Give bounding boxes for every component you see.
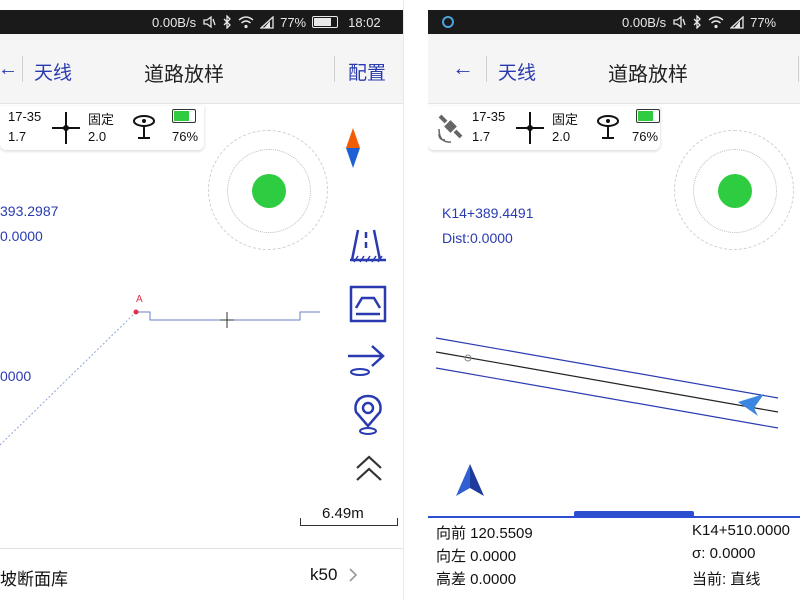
slope-library-label: 坡断面库 xyxy=(0,570,68,589)
crosshair-icon xyxy=(50,110,82,149)
receiver-battery-icon xyxy=(172,109,196,123)
header-divider xyxy=(334,56,335,82)
battery-percent: 77% xyxy=(750,14,777,30)
height-difference: 高差 0.0000 xyxy=(436,571,517,588)
header-divider xyxy=(798,56,799,82)
antenna-button[interactable]: 天线 xyxy=(34,58,72,85)
phone-screen-right: 0.00B/s 77% ← 天线 道路放样 17-35 1.7 固定 2.0 7… xyxy=(428,0,800,600)
receiver-battery-percent: 76% xyxy=(632,129,659,144)
signal-icon xyxy=(730,15,744,29)
app-notification-icon xyxy=(442,16,454,28)
app-header: ← 天线 道路放样 配置 xyxy=(0,34,403,104)
config-button[interactable]: 配置 xyxy=(348,58,386,85)
status-bar: 0.00B/s 77% 18:02 xyxy=(0,10,403,34)
satellite-count: 17-35 xyxy=(8,109,42,124)
station-value: 393.2987 xyxy=(0,203,59,219)
back-arrow-icon[interactable]: ← xyxy=(0,58,18,81)
screen-gap xyxy=(404,0,428,600)
page-title: 道路放样 xyxy=(608,64,688,86)
fix-value: 2.0 xyxy=(88,129,107,144)
slope-library-value: k50 xyxy=(310,565,338,584)
sigma-value: σ: 0.0000 xyxy=(692,545,756,562)
receiver-battery-percent: 76% xyxy=(172,129,199,144)
fix-status: 固定 xyxy=(552,112,579,127)
stakeout-arrow-icon[interactable] xyxy=(346,338,386,378)
distance-value: Dist:0.0000 xyxy=(442,230,513,246)
wifi-icon xyxy=(708,15,724,29)
north-arrow-icon[interactable] xyxy=(454,462,486,503)
left-offset: 向左 0.0000 xyxy=(436,548,517,565)
cross-section-icon[interactable] xyxy=(348,284,388,324)
expand-up-icon[interactable] xyxy=(352,452,392,492)
end-station: K14+510.0000 xyxy=(692,522,791,539)
net-speed: 0.00B/s xyxy=(152,14,197,30)
bluetooth-icon xyxy=(692,15,702,29)
fix-value: 2.0 xyxy=(552,129,571,144)
status-bar: 0.00B/s 77% xyxy=(428,10,800,34)
scale-value: 6.49m xyxy=(322,505,364,522)
clock: 18:02 xyxy=(348,14,381,30)
satellite-count: 17-35 xyxy=(472,109,506,124)
header-divider xyxy=(22,56,23,82)
bottom-panel[interactable]: 坡断面库 k50 xyxy=(0,548,403,600)
road-profile-canvas[interactable] xyxy=(0,290,330,460)
bluetooth-icon xyxy=(222,15,232,29)
forward-distance: 向前 120.5509 xyxy=(436,525,533,542)
gps-fix-dot xyxy=(252,174,286,208)
compass-icon[interactable] xyxy=(342,126,364,175)
mute-icon xyxy=(202,15,216,29)
fix-status: 固定 xyxy=(88,112,115,127)
current-element: 当前: 直线 xyxy=(692,571,761,588)
antenna-icon xyxy=(596,112,620,145)
back-arrow-icon[interactable]: ← xyxy=(452,55,474,81)
pdop-value: 1.7 xyxy=(472,129,491,144)
location-pin-icon[interactable] xyxy=(350,394,390,435)
wifi-icon xyxy=(238,15,254,29)
mute-icon xyxy=(672,15,686,29)
gps-fix-dot xyxy=(718,174,752,208)
crosshair-icon xyxy=(514,110,546,149)
gnss-info-card[interactable]: 17-35 1.7 固定 2.0 76% xyxy=(0,106,204,150)
battery-icon xyxy=(312,16,339,28)
satellite-icon xyxy=(436,112,466,147)
point-label: A xyxy=(136,294,143,305)
station-value: K14+389.4491 xyxy=(442,205,534,221)
road-plan-canvas[interactable] xyxy=(428,330,800,440)
net-speed: 0.00B/s xyxy=(622,14,667,30)
app-header: ← 天线 道路放样 xyxy=(428,34,800,104)
battery-percent: 77% xyxy=(280,14,307,30)
chevron-right-icon[interactable] xyxy=(348,567,358,588)
signal-icon xyxy=(260,15,274,29)
pdop-value: 1.7 xyxy=(8,129,27,144)
header-divider xyxy=(486,56,487,82)
gnss-info-card[interactable]: 17-35 1.7 固定 2.0 76% xyxy=(428,106,660,150)
road-icon[interactable] xyxy=(348,226,388,266)
phone-screen-left: 0.00B/s 77% 18:02 ← 天线 道路放样 配置 17-35 1.7… xyxy=(0,0,404,600)
receiver-battery-icon xyxy=(636,109,660,123)
antenna-button[interactable]: 天线 xyxy=(498,58,536,85)
page-title: 道路放样 xyxy=(144,64,224,86)
distance-value: 0.0000 xyxy=(0,228,43,244)
antenna-icon xyxy=(132,112,156,145)
readout-panel: 向前 120.5509 向左 0.0000 高差 0.0000 K14+510.… xyxy=(428,516,800,600)
